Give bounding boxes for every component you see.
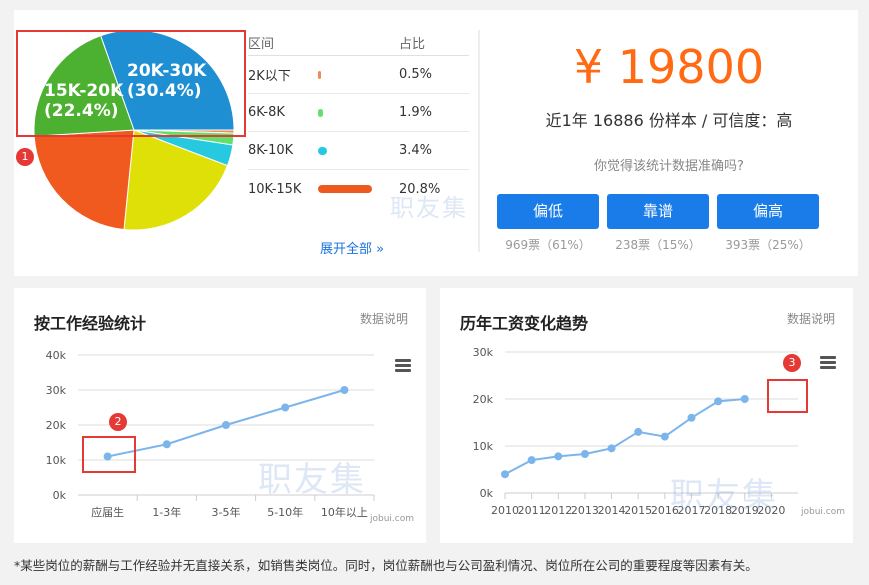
expand-all-link[interactable]: 展开全部 » <box>320 238 384 257</box>
trend-source-label: jobui.com <box>801 507 846 517</box>
row-range: 10K-15K <box>248 181 302 197</box>
pie-slice-4 <box>34 129 135 230</box>
data-point[interactable] <box>687 413 696 422</box>
annotation-badge-2: 2 <box>109 413 127 431</box>
y-tick-label: 10k <box>46 454 67 467</box>
y-tick-label: 0k <box>480 487 494 500</box>
y-tick-label: 30k <box>46 384 67 397</box>
experience-line-chart: 0k 10k 20k 30k 40k 应届生 1-3年 3-5年 5-10年 10年以上 <box>46 349 375 519</box>
y-tick-label: 10k <box>473 440 494 453</box>
data-point[interactable] <box>340 386 349 394</box>
average-salary: ¥ 19800 <box>573 40 765 94</box>
x-tick-label: 3-5年 <box>212 505 241 519</box>
data-point[interactable] <box>222 421 230 429</box>
vote-reliable-button[interactable]: 靠谱 <box>607 194 709 229</box>
y-tick-label: 30k <box>473 346 494 359</box>
row-bar-cell <box>318 108 399 117</box>
distribution-row: 6K-8K 1.9% <box>248 94 469 132</box>
row-range: 2K以下 <box>248 69 291 84</box>
data-point[interactable] <box>580 449 589 458</box>
vote-low-count: 969票（61%） <box>505 238 591 252</box>
data-point[interactable] <box>740 395 749 403</box>
data-point[interactable] <box>162 440 171 449</box>
row-pct: 0.5% <box>399 67 433 82</box>
x-tick-label: 2011 <box>518 504 546 517</box>
x-tick-label: 2010 <box>491 504 519 517</box>
row-pct: 3.4% <box>399 143 433 158</box>
vote-reliable-count: 238票（15%） <box>615 238 701 252</box>
data-point[interactable] <box>281 403 290 412</box>
data-point[interactable] <box>714 397 723 406</box>
trend-watermark: 职友集 <box>670 476 778 516</box>
y-tick-label: 20k <box>473 393 494 406</box>
annotation-badge-1: 1 <box>16 148 34 166</box>
row-bar-cell <box>318 70 399 79</box>
vote-high-button[interactable]: 偏高 <box>717 194 819 229</box>
row-range: 6K-8K <box>248 105 285 120</box>
x-tick-label: 10年以上 <box>321 505 368 519</box>
data-point[interactable] <box>527 456 536 465</box>
vote-low-button[interactable]: 偏低 <box>497 194 599 229</box>
x-tick-label: 5-10年 <box>267 505 303 519</box>
row-bar <box>318 108 323 117</box>
row-bar-cell <box>318 185 399 193</box>
experience-chart-card: 按工作经验统计 数据说明 0k 10k 20k 30k 40k 应届生 1-3年 3-5年 5-… <box>14 288 426 543</box>
y-tick-label: 40k <box>46 349 67 362</box>
trend-line-chart: 0k10k20k30k20102011201220132014201520162… <box>473 346 798 517</box>
accuracy-question: 你觉得该统计数据准确吗? <box>594 159 744 174</box>
distribution-row: 2K以下 0.5% <box>248 56 469 94</box>
row-bar <box>318 185 372 193</box>
watermark: 职友集 <box>390 194 468 222</box>
trend-highlight-box <box>767 379 808 413</box>
vote-high-count: 393票（25%） <box>725 238 811 252</box>
distribution-table: 区间 占比 2K以下 0.5% 6K-8K 1.9% 8K-10K 3.4% 10K-15K… <box>248 30 469 208</box>
salary-distribution-card: 20K-30K (30.4%) 15K-20K (22.4%) 1 区间 占比 … <box>14 10 858 276</box>
row-bar <box>318 146 327 155</box>
data-point[interactable] <box>660 432 669 441</box>
sample-info: 近1年 16886 份样本 / 可信度：高 <box>545 111 793 130</box>
experience-source-label: jobui.com <box>370 514 415 524</box>
experience-highlight-box <box>82 436 136 473</box>
data-point[interactable] <box>501 470 510 479</box>
distribution-table-rows: 2K以下 0.5% 6K-8K 1.9% 8K-10K 3.4% 10K-15K 20.8% <box>248 56 469 208</box>
x-tick-label: 应届生 <box>91 505 124 519</box>
row-bar-cell <box>318 146 399 155</box>
row-bar <box>318 70 321 79</box>
data-point[interactable] <box>554 452 563 461</box>
distribution-row: 8K-10K 3.4% <box>248 132 469 170</box>
row-pct: 1.9% <box>399 105 433 120</box>
footnote: *某些岗位的薪酬与工作经验并无直接关系，如销售类岗位。同时，岗位薪酬也与公司盈利… <box>14 558 758 573</box>
x-tick-label: 1-3年 <box>152 505 181 519</box>
distribution-table-header: 区间 占比 <box>248 30 469 56</box>
x-tick-label: 2012 <box>544 504 572 517</box>
data-point[interactable] <box>634 427 643 436</box>
y-tick-label: 20k <box>46 419 67 432</box>
pie-highlight-box <box>16 30 246 137</box>
experience-watermark: 职友集 <box>258 460 366 500</box>
x-tick-label: 2015 <box>624 504 652 517</box>
data-point[interactable] <box>607 444 616 453</box>
x-tick-label: 2013 <box>571 504 599 517</box>
y-tick-label: 0k <box>53 489 67 502</box>
header-pct: 占比 <box>399 37 426 52</box>
annotation-badge-3: 3 <box>783 354 801 372</box>
row-range: 8K-10K <box>248 143 294 158</box>
header-range: 区间 <box>248 37 275 52</box>
series-line <box>504 398 745 476</box>
x-tick-label: 2014 <box>598 504 626 517</box>
trend-chart-card: 历年工资变化趋势 数据说明 0k 10k 20k 30k 2010 2011 2012 201… <box>440 288 853 543</box>
